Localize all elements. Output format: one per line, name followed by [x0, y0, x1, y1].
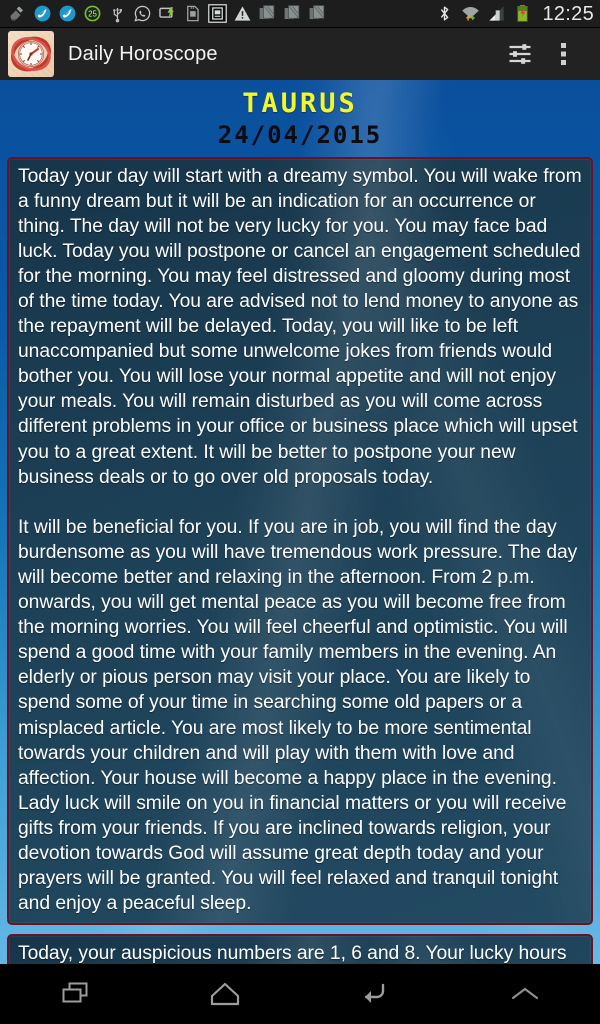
app-root: 25 12:25 Daily Horoscope TAURUS 24/04/20… — [0, 0, 600, 1024]
horoscope-date: 24/04/2015 — [217, 121, 383, 150]
chevron-up-icon — [508, 981, 542, 1007]
zodiac-sign-title: TAURUS — [242, 88, 358, 119]
bluetooth-icon — [435, 4, 454, 23]
action-bar: Daily Horoscope — [0, 28, 600, 80]
documents-stack-icon-2 — [283, 4, 302, 23]
status-bar-left-icons: 25 — [8, 4, 435, 23]
horoscope-compass-icon — [8, 31, 54, 77]
wifi-transfer-icon — [461, 4, 480, 23]
status-bar-clock: 12:25 — [542, 2, 594, 25]
cellular-signal-icon — [487, 4, 506, 23]
expand-up-button[interactable] — [450, 964, 600, 1024]
app-title: Daily Horoscope — [68, 42, 218, 65]
zodiac-header: TAURUS 24/04/2015 — [7, 80, 593, 157]
horoscope-content: TAURUS 24/04/2015 Today your day will st… — [0, 80, 600, 964]
dolphin-browser-icon-2 — [58, 4, 77, 23]
cleaner-brush-icon — [8, 4, 27, 23]
sim-card-icon — [208, 4, 227, 23]
sliders-icon[interactable] — [498, 32, 542, 76]
dolphin-browser-icon — [33, 4, 52, 23]
home-icon — [208, 979, 242, 1009]
usb-icon — [108, 4, 127, 23]
warning-triangle-icon — [233, 4, 252, 23]
status-bar-right-icons: 12:25 — [435, 4, 594, 24]
documents-stack-icon — [258, 4, 277, 23]
svg-text:25: 25 — [88, 10, 97, 19]
forecast-paragraph-2: It will be beneficial for you. If you ar… — [18, 516, 578, 915]
whatsapp-icon — [133, 4, 152, 23]
back-arrow-icon — [358, 979, 392, 1009]
home-button[interactable] — [150, 964, 300, 1024]
lucky-numbers-panel: Today, your auspicious numbers are 1, 6 … — [7, 934, 593, 964]
forecast-paragraph-1: Today your day will start with a dreamy … — [18, 165, 582, 488]
system-navigation-bar — [0, 964, 600, 1024]
back-button[interactable] — [300, 964, 450, 1024]
lucky-numbers-text: Today, your auspicious numbers are 1, 6 … — [18, 943, 567, 964]
recents-icon — [57, 979, 93, 1009]
documents-stack-icon-3 — [308, 4, 327, 23]
status-bar: 25 12:25 — [0, 0, 600, 28]
sd-card-icon — [183, 4, 202, 23]
battery-charging-icon — [513, 4, 532, 23]
recents-button[interactable] — [0, 964, 150, 1024]
screen-cast-icon — [158, 4, 177, 23]
badge-25-icon: 25 — [83, 4, 102, 23]
forecast-panel: Today your day will start with a dreamy … — [7, 156, 593, 926]
overflow-menu-icon[interactable] — [542, 32, 586, 76]
